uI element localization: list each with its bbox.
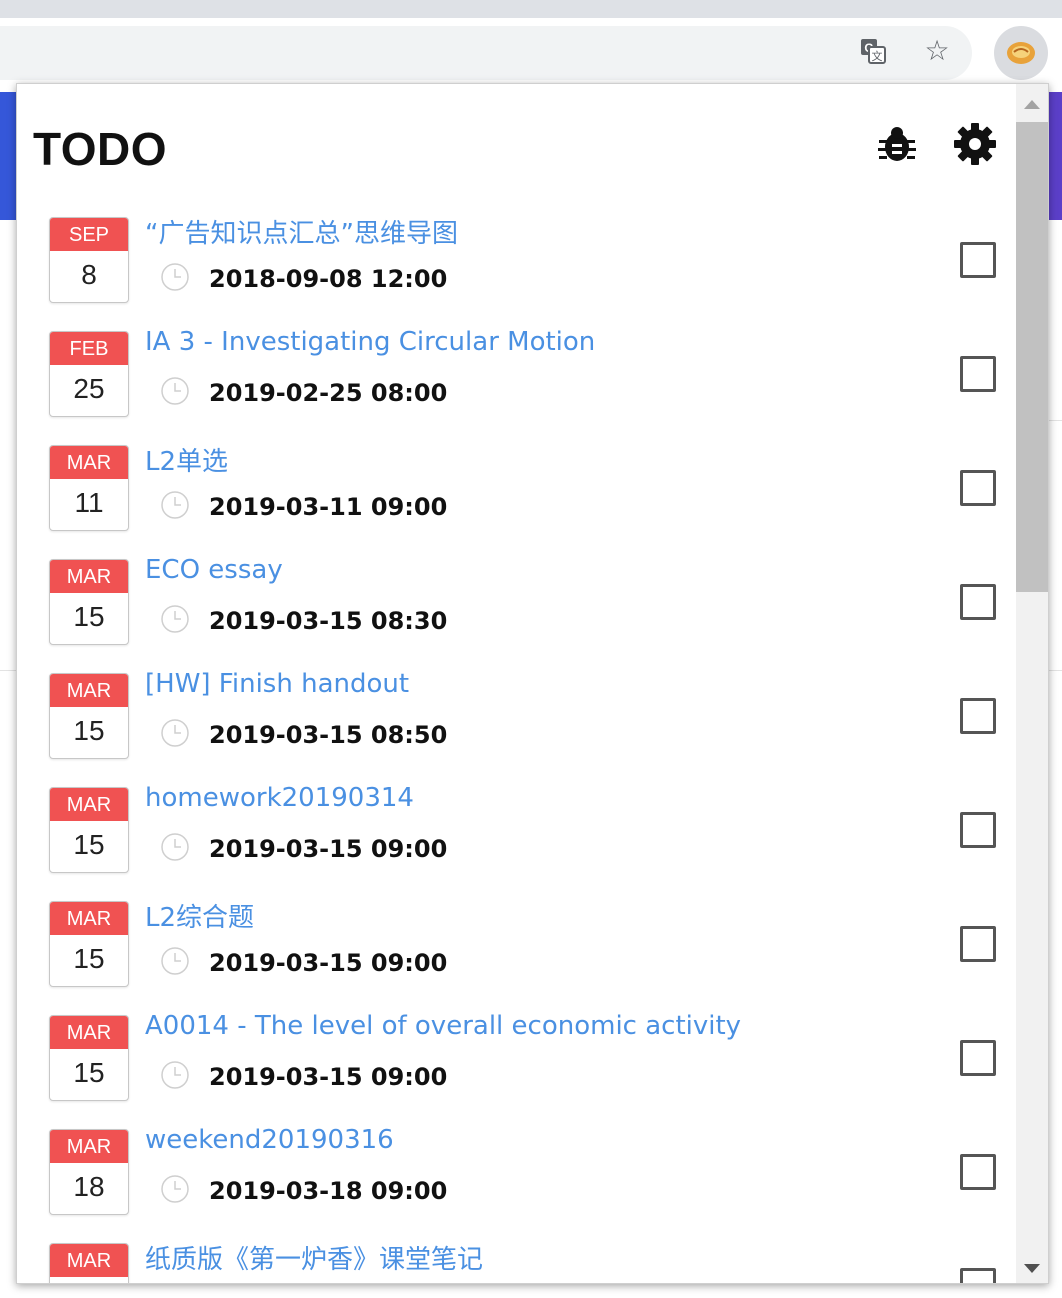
task-title-link[interactable]: [HW] Finish handout xyxy=(145,669,409,699)
task-due-date: 2019-03-15 09:00 xyxy=(209,949,448,977)
calendar-badge: MAR 15 xyxy=(49,901,129,987)
task-title-link[interactable]: L2综合题 xyxy=(145,897,254,934)
clock-icon xyxy=(161,263,189,291)
calendar-month: MAR xyxy=(50,560,128,593)
task-checkbox[interactable] xyxy=(960,356,996,392)
calendar-badge: MAR xyxy=(49,1243,129,1283)
svg-text:文: 文 xyxy=(872,49,883,63)
calendar-month: MAR xyxy=(50,1130,128,1163)
calendar-day: 15 xyxy=(73,829,105,860)
calendar-badge: SEP 8 xyxy=(49,217,129,303)
clock-icon xyxy=(161,947,189,975)
address-bar[interactable] xyxy=(0,26,972,80)
task-checkbox[interactable] xyxy=(960,812,996,848)
calendar-day: 15 xyxy=(73,601,105,632)
calendar-badge: MAR 18 xyxy=(49,1129,129,1215)
task-row: MAR 15 homework20190314 2019-03-15 09:00 xyxy=(17,783,1016,901)
scrollbar[interactable] xyxy=(1016,84,1048,1283)
task-checkbox[interactable] xyxy=(960,584,996,620)
calendar-month: MAR xyxy=(50,674,128,707)
star-icon[interactable]: ☆ xyxy=(922,36,952,66)
clock-icon xyxy=(161,377,189,405)
task-checkbox[interactable] xyxy=(960,926,996,962)
popup-title: TODO xyxy=(33,123,168,175)
calendar-day: 11 xyxy=(74,487,104,518)
calendar-badge: MAR 15 xyxy=(49,1015,129,1101)
calendar-day: 15 xyxy=(73,715,105,746)
task-title-link[interactable]: weekend20190316 xyxy=(145,1125,394,1155)
task-due-date: 2019-02-25 08:00 xyxy=(209,379,448,407)
task-due-date: 2019-03-15 09:00 xyxy=(209,1063,448,1091)
tab-strip xyxy=(0,0,1062,18)
task-title-link[interactable]: IA 3 - Investigating Circular Motion xyxy=(145,327,595,357)
task-title-link[interactable]: “广告知识点汇总”思维导图 xyxy=(145,213,458,250)
extension-icon[interactable] xyxy=(994,26,1048,80)
clock-icon xyxy=(161,719,189,747)
task-row: FEB 25 IA 3 - Investigating Circular Mot… xyxy=(17,327,1016,445)
calendar-badge: MAR 15 xyxy=(49,673,129,759)
task-checkbox[interactable] xyxy=(960,1268,996,1283)
calendar-day: 15 xyxy=(73,1057,105,1088)
calendar-month: MAR xyxy=(50,902,128,935)
calendar-badge: FEB 25 xyxy=(49,331,129,417)
task-due-date: 2019-03-15 08:50 xyxy=(209,721,448,749)
calendar-badge: MAR 15 xyxy=(49,787,129,873)
calendar-day: 18 xyxy=(73,1171,105,1202)
scroll-down-arrow-icon[interactable] xyxy=(1024,1264,1040,1273)
todo-popup: TODO SEP 8 “广告知识点汇总”思维导图 2018-09-08 12:0… xyxy=(16,83,1049,1284)
calendar-month: MAR xyxy=(50,1016,128,1049)
calendar-month: SEP xyxy=(50,218,128,251)
calendar-day xyxy=(50,1277,128,1283)
task-row: MAR 11 L2单选 2019-03-11 09:00 xyxy=(17,445,1016,559)
task-checkbox[interactable] xyxy=(960,698,996,734)
task-title-link[interactable]: A0014 - The level of overall economic ac… xyxy=(145,1011,741,1041)
task-row: MAR 15 A0014 - The level of overall econ… xyxy=(17,1011,1016,1129)
task-row: SEP 8 “广告知识点汇总”思维导图 2018-09-08 12:00 xyxy=(17,217,1016,331)
task-checkbox[interactable] xyxy=(960,242,996,278)
task-due-date: 2019-03-18 09:00 xyxy=(209,1177,448,1205)
translate-icon[interactable]: G 文 xyxy=(858,36,888,66)
clock-icon xyxy=(161,833,189,861)
task-row: MAR 15 L2综合题 2019-03-15 09:00 xyxy=(17,901,1016,1015)
calendar-month: FEB xyxy=(50,332,128,365)
browser-toolbar xyxy=(0,18,1062,84)
calendar-day: 8 xyxy=(81,259,97,290)
task-row: MAR 15 [HW] Finish handout 2019-03-15 08… xyxy=(17,669,1016,787)
calendar-month: MAR xyxy=(50,1244,128,1277)
calendar-day: 25 xyxy=(73,373,105,404)
gear-icon[interactable] xyxy=(953,122,997,166)
calendar-month: MAR xyxy=(50,446,128,479)
scrollbar-thumb[interactable] xyxy=(1016,122,1048,592)
calendar-day: 15 xyxy=(73,943,105,974)
clock-icon xyxy=(161,1061,189,1089)
clock-icon xyxy=(161,491,189,519)
bug-icon[interactable] xyxy=(875,122,919,166)
task-due-date: 2019-03-15 08:30 xyxy=(209,607,448,635)
calendar-badge: MAR 15 xyxy=(49,559,129,645)
task-checkbox[interactable] xyxy=(960,470,996,506)
scroll-up-arrow-icon[interactable] xyxy=(1024,100,1040,109)
task-due-date: 2018-09-08 12:00 xyxy=(209,265,448,293)
task-checkbox[interactable] xyxy=(960,1040,996,1076)
task-checkbox[interactable] xyxy=(960,1154,996,1190)
task-title-link[interactable]: L2单选 xyxy=(145,441,228,478)
task-row: MAR 纸质版《第一炉香》课堂笔记 xyxy=(17,1243,1016,1283)
task-title-link[interactable]: 纸质版《第一炉香》课堂笔记 xyxy=(145,1239,483,1276)
task-row: MAR 15 ECO essay 2019-03-15 08:30 xyxy=(17,555,1016,673)
clock-icon xyxy=(161,1175,189,1203)
clock-icon xyxy=(161,605,189,633)
task-due-date: 2019-03-15 09:00 xyxy=(209,835,448,863)
task-due-date: 2019-03-11 09:00 xyxy=(209,493,448,521)
calendar-badge: MAR 11 xyxy=(49,445,129,531)
task-title-link[interactable]: ECO essay xyxy=(145,555,283,585)
task-row: MAR 18 weekend20190316 2019-03-18 09:00 xyxy=(17,1125,1016,1243)
task-title-link[interactable]: homework20190314 xyxy=(145,783,414,813)
calendar-month: MAR xyxy=(50,788,128,821)
